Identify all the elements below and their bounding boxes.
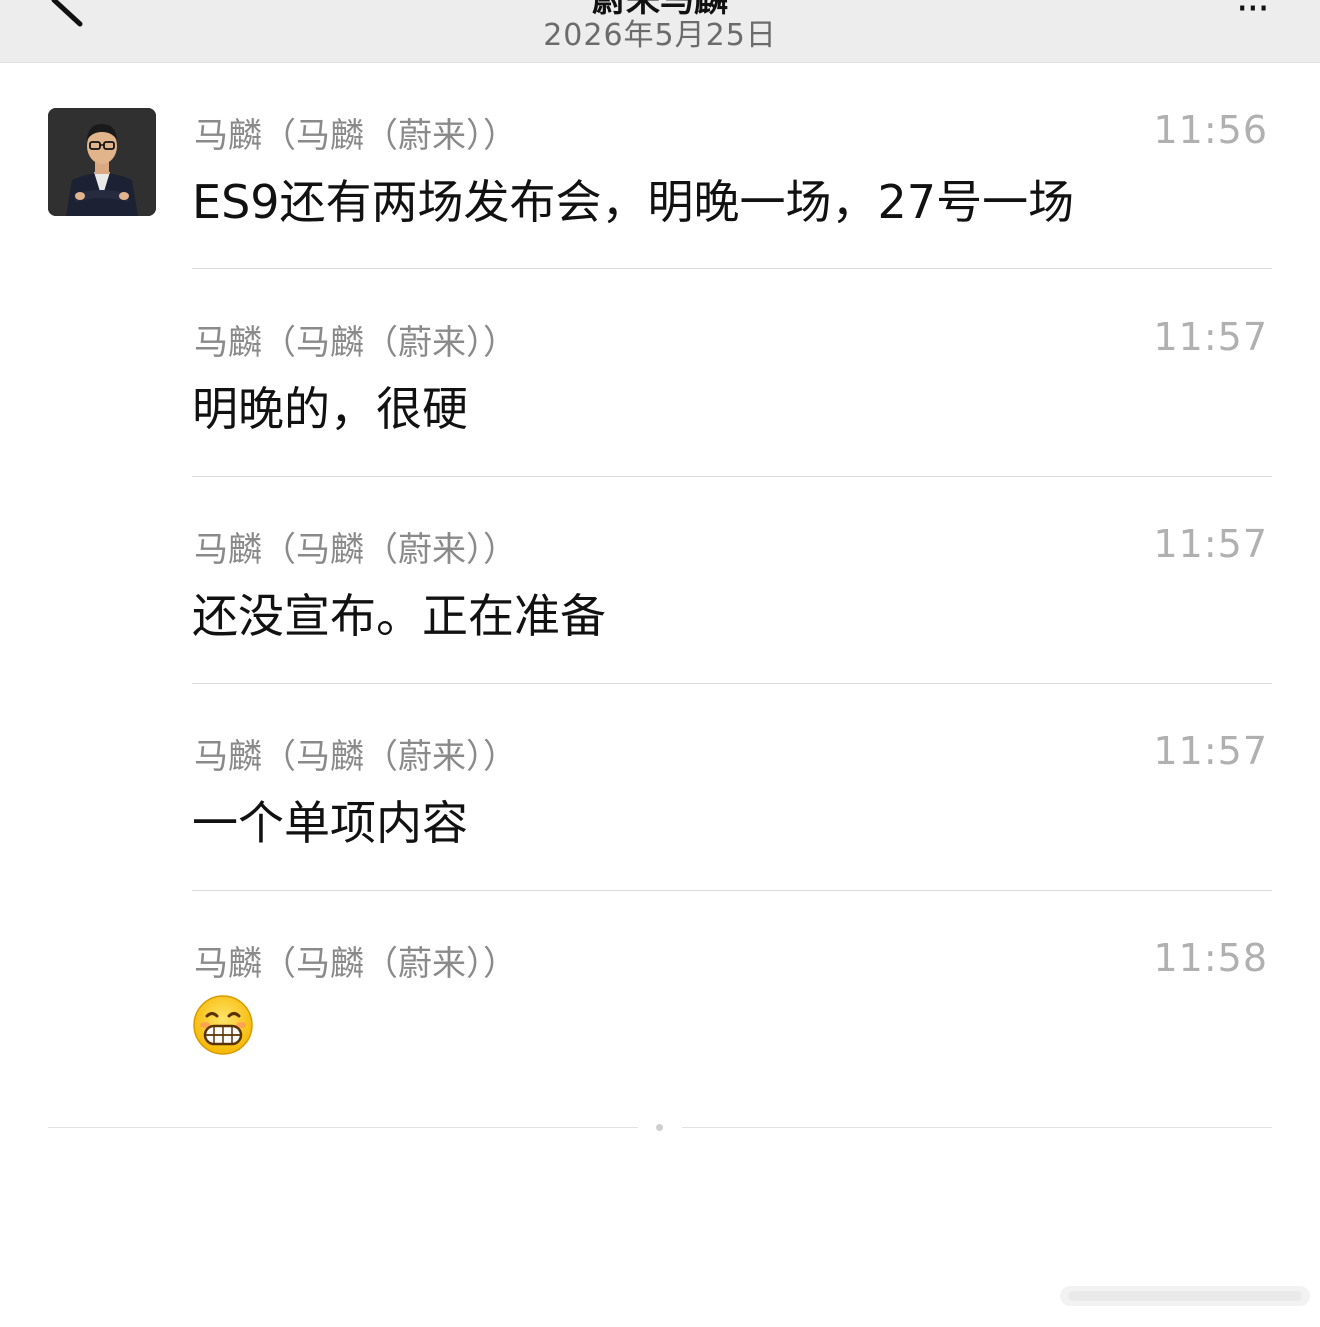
message-text: 一个单项内容 [192,796,468,850]
message-divider [192,683,1272,684]
end-divider-dot [656,1124,663,1131]
message-sender: 马麟（马麟（蔚来）） [194,737,517,777]
message-item[interactable]: 马麟（马麟（蔚来）） 11:58 [192,936,1272,1066]
message-item[interactable]: 马麟（马麟（蔚来）） 11:57 还没宣布。正在准备 [192,522,1272,643]
avatar-image [48,108,156,216]
message-sender: 马麟（马麟（蔚来）） [194,116,517,156]
message-time: 11:57 [1153,729,1268,773]
message-divider [192,890,1272,891]
message-item[interactable]: 马麟（马麟（蔚来）） 11:56 ES9还有两场发布会，明晚一场，27号一场 [192,108,1272,229]
message-sender: 马麟（马麟（蔚来）） [194,323,517,363]
message-sender: 马麟（马麟（蔚来）） [194,530,517,570]
message-item[interactable]: 马麟（马麟（蔚来）） 11:57 一个单项内容 [192,729,1272,850]
message-time: 11:56 [1153,108,1268,152]
message-sender: 马麟（马麟（蔚来）） [194,944,517,984]
watermark-logo [1060,1286,1310,1306]
grinning-face-emoji [193,995,253,1055]
message-divider [192,268,1272,269]
message-text: 明晚的，很硬 [192,382,468,436]
message-text: 还没宣布。正在准备 [192,589,606,643]
message-text: ES9还有两场发布会，明晚一场，27号一场 [192,175,1075,229]
more-button[interactable]: ··· [1236,0,1270,32]
chat-date: 2026年5月25日 [543,18,777,53]
message-time: 11:57 [1153,522,1268,566]
end-divider-left [48,1127,638,1128]
chat-header: 蔚来马麟 2026年5月25日 ··· [0,0,1320,63]
avatar[interactable] [48,108,156,216]
message-time: 11:57 [1153,315,1268,359]
end-divider-right [682,1127,1272,1128]
message-divider [192,476,1272,477]
message-item[interactable]: 马麟（马麟（蔚来）） 11:57 明晚的，很硬 [192,315,1272,436]
message-time: 11:58 [1153,936,1268,980]
